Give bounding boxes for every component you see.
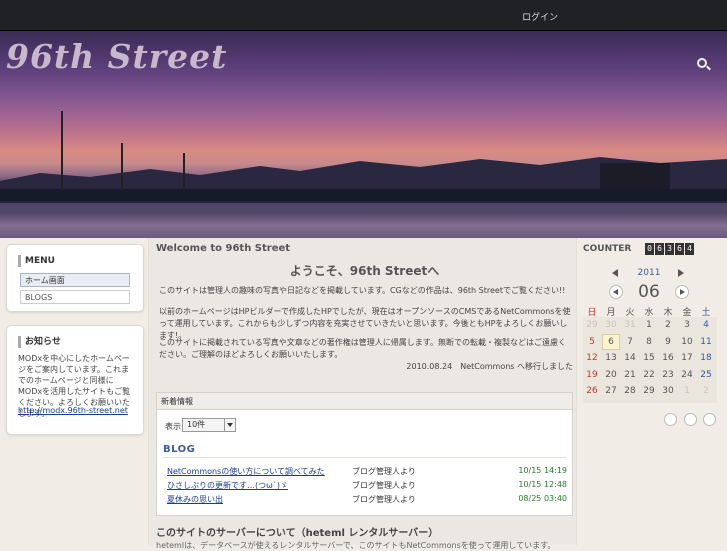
calendar-day[interactable]: 11	[697, 334, 715, 350]
calendar-week: 29 30 31 1 2 3 4	[583, 317, 716, 335]
calendar-day[interactable]: 12	[583, 350, 601, 366]
calendar-day[interactable]: 29	[640, 383, 658, 399]
display-count-select[interactable]: 10件	[182, 418, 236, 432]
post-author: ブログ管理人より	[352, 481, 416, 490]
display-count-value: 10件	[187, 420, 206, 429]
calendar-day[interactable]: 9	[659, 334, 677, 350]
calendar-day[interactable]: 27	[602, 383, 620, 399]
visitor-counter: 06364	[645, 243, 695, 255]
display-count-label: 表示	[165, 422, 181, 431]
zoom-icon[interactable]	[697, 58, 707, 68]
calendar-day[interactable]: 1	[640, 317, 658, 333]
divider	[148, 238, 149, 545]
signature: 2010.08.24 NetCommons へ移行しました	[406, 362, 573, 371]
blog-section-title: BLOG	[163, 444, 196, 455]
menu-title: MENU	[18, 255, 55, 267]
chevron-down-icon[interactable]	[224, 419, 235, 431]
counter-digit: 4	[685, 243, 694, 255]
calendar-month: 06	[638, 282, 660, 302]
calendar-day[interactable]: 25	[697, 367, 715, 383]
calendar-day[interactable]: 22	[640, 367, 658, 383]
table-row: NetCommonsの使い方について調べてみた ブログ管理人より 10/15 1…	[167, 466, 567, 478]
top-bar: ログイン	[0, 0, 727, 31]
new-posts-header-label: 新着情報	[161, 397, 193, 406]
server-section-text: hetemlは、データベースが使えるレンタルサーバーで、このサイトもNetCom…	[156, 541, 556, 550]
calendar-week: 5 6 7 8 9 10 11	[583, 333, 716, 352]
calendar-day[interactable]: 23	[659, 367, 677, 383]
calendar-day[interactable]: 20	[602, 367, 620, 383]
calendar-day[interactable]: 21	[621, 367, 639, 383]
counter-digit: 6	[675, 243, 684, 255]
next-month-button[interactable]	[675, 285, 689, 299]
calendar-day[interactable]: 8	[640, 334, 658, 350]
calendar-day[interactable]: 1	[678, 383, 696, 399]
post-author: ブログ管理人より	[352, 495, 416, 504]
divider	[163, 457, 566, 458]
calendar-day[interactable]: 7	[621, 334, 639, 350]
calendar-day[interactable]: 2	[659, 317, 677, 333]
counter-digit: 6	[655, 243, 664, 255]
calendar-week: 26 27 28 29 30 1 2	[583, 383, 716, 401]
calendar-day[interactable]: 30	[602, 317, 620, 333]
calendar-week: 12 13 14 15 16 17 18	[583, 350, 716, 368]
counter-digit: 3	[665, 243, 674, 255]
calendar-day[interactable]: 16	[659, 350, 677, 366]
menu-box: MENU ホーム画面 BLOGS	[6, 244, 144, 312]
menu-item-blogs[interactable]: BLOGS	[20, 290, 130, 304]
calendar-day[interactable]: 26	[583, 383, 601, 399]
calendar-day[interactable]: 30	[659, 383, 677, 399]
calendar-day[interactable]: 2	[697, 383, 715, 399]
post-date: 08/25 03:40	[518, 494, 567, 503]
calendar-day[interactable]: 14	[621, 350, 639, 366]
calendar-week: 19 20 21 22 23 24 25	[583, 367, 716, 385]
post-date: 10/15 12:48	[518, 480, 567, 489]
modx-site-link[interactable]: http://modx.96th-street.net	[18, 406, 134, 416]
next-year-icon[interactable]	[678, 269, 684, 277]
table-row: 夏休みの思い出 ブログ管理人より 08/25 03:40	[167, 494, 567, 506]
calendar-day[interactable]: 5	[583, 334, 601, 350]
post-date: 10/15 14:19	[518, 466, 567, 475]
login-link[interactable]: ログイン	[522, 10, 558, 23]
menu-item-home[interactable]: ホーム画面	[20, 273, 130, 287]
calendar-day[interactable]: 24	[678, 367, 696, 383]
prev-year-icon[interactable]	[612, 269, 618, 277]
expand-icon[interactable]	[684, 413, 697, 426]
site-title[interactable]: 96th Street	[6, 37, 227, 76]
schedule-icon[interactable]	[664, 413, 677, 426]
welcome-heading: Welcome to 96th Street	[156, 243, 291, 254]
calendar-year: 2011	[637, 268, 661, 278]
new-posts-box: 新着情報 表示 10件 BLOG NetCommonsの使い方について調べてみた…	[156, 392, 573, 516]
calendar-day[interactable]: 19	[583, 367, 601, 383]
calendar-day[interactable]: 6	[602, 333, 620, 350]
site-header-banner: 96th Street	[0, 31, 727, 238]
calendar-day[interactable]: 13	[602, 350, 620, 366]
prev-month-button[interactable]	[609, 285, 623, 299]
info-box: お知らせ MODxを中心にしたホームページをご案内しています。これまでのホームペ…	[6, 325, 144, 435]
post-title-link[interactable]: NetCommonsの使い方について調べてみた	[167, 466, 325, 477]
post-title-link[interactable]: ひさしぶりの更新です…(つω`)ゞ	[167, 480, 288, 491]
page-title: ようこそ、96th Streetへ	[289, 264, 440, 278]
post-title-link[interactable]: 夏休みの思い出	[167, 494, 223, 505]
export-icon[interactable]	[703, 413, 716, 426]
calendar-day[interactable]: 28	[621, 383, 639, 399]
divider	[576, 238, 577, 545]
calendar-day[interactable]: 4	[697, 317, 715, 333]
calendar-day[interactable]: 29	[583, 317, 601, 333]
calendar-day[interactable]: 3	[678, 317, 696, 333]
notice-paragraph: このサイトに掲載されている写真や文章などの著作権は管理人に帰属します。無断での転…	[159, 338, 566, 359]
counter-digit: 0	[645, 243, 654, 255]
calendar-day[interactable]: 17	[678, 350, 696, 366]
calendar-day[interactable]: 10	[678, 334, 696, 350]
table-row: ひさしぶりの更新です…(つω`)ゞ ブログ管理人より 10/15 12:48	[167, 480, 567, 492]
counter-label: COUNTER	[583, 244, 632, 254]
new-posts-header: 新着情報	[157, 393, 572, 410]
info-title: お知らせ	[18, 336, 61, 348]
post-author: ブログ管理人より	[352, 467, 416, 476]
calendar-day[interactable]: 31	[621, 317, 639, 333]
calendar-day[interactable]: 18	[697, 350, 715, 366]
calendar-day[interactable]: 15	[640, 350, 658, 366]
intro-paragraph: このサイトは管理人の趣味の写真や日記などを掲載しています。CGなどの作品は、96…	[159, 286, 566, 295]
server-section-heading: このサイトのサーバーについて（heteml レンタルサーバー）	[156, 528, 439, 539]
